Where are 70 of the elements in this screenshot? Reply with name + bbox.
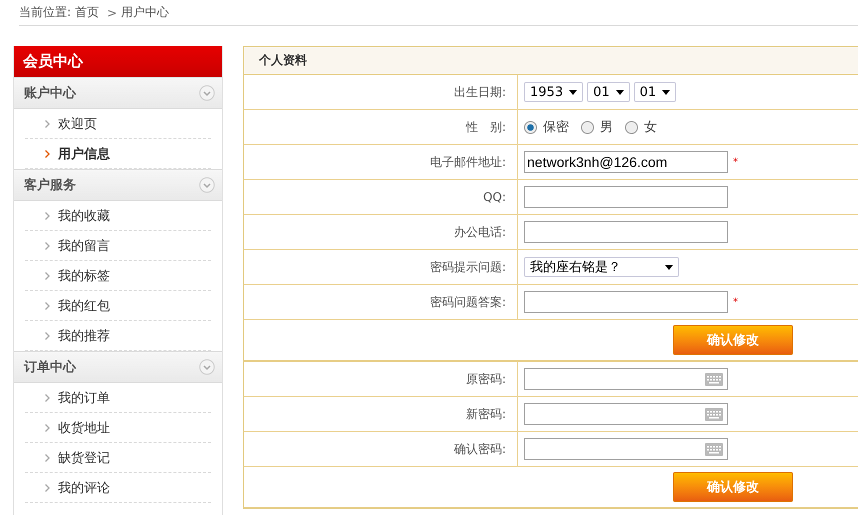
field-label: 电子邮件地址: xyxy=(430,154,506,170)
chevron-icon xyxy=(45,332,50,340)
section-header[interactable]: 账户中心 xyxy=(14,77,222,109)
chevron-icon xyxy=(45,242,50,250)
breadcrumb-separator: > xyxy=(107,6,118,20)
radio-button[interactable] xyxy=(625,120,638,134)
sidebar-title: 会员中心 xyxy=(14,46,222,77)
field-label: 密码问题答案: xyxy=(430,294,506,310)
password-field[interactable] xyxy=(524,438,728,460)
section-header[interactable]: 客户服务 xyxy=(14,169,222,201)
text-field[interactable]: network3nh@126.com xyxy=(524,151,728,173)
sidebar-item[interactable]: 缺货登记 xyxy=(58,448,110,466)
required-mark: * xyxy=(733,156,738,168)
caret-icon xyxy=(569,90,578,94)
sidebar-item[interactable]: 我的评论 xyxy=(58,478,110,496)
field-label: 出生日期: xyxy=(454,84,506,100)
field-label: QQ: xyxy=(483,190,506,204)
chevron-icon xyxy=(45,484,50,492)
field-label: 新密码: xyxy=(466,406,506,422)
radio-label: 女 xyxy=(644,119,657,136)
keyboard-icon xyxy=(705,408,723,420)
chevron-icon xyxy=(45,272,50,280)
sidebar-item[interactable]: 我的推荐 xyxy=(58,326,110,344)
section-title: 账户中心 xyxy=(24,84,76,102)
password-field[interactable] xyxy=(524,368,728,390)
section-header[interactable]: 订单中心 xyxy=(14,351,222,383)
sidebar-item[interactable]: 收货地址 xyxy=(58,418,110,436)
password-field[interactable] xyxy=(524,403,728,425)
field-label: 确认密码: xyxy=(454,440,506,458)
chevron-icon xyxy=(45,454,50,462)
sidebar-item[interactable]: 用户信息 xyxy=(58,144,110,162)
text-field[interactable] xyxy=(524,291,728,313)
chevron-icon xyxy=(45,394,50,402)
chevron-icon xyxy=(45,212,50,220)
caret-icon xyxy=(662,90,670,94)
sidebar-item[interactable]: 我的收藏 xyxy=(58,206,110,224)
radio-label: 保密 xyxy=(543,119,569,136)
chevron-icon xyxy=(45,120,50,128)
section-title: 客户服务 xyxy=(24,176,76,194)
field-label: 性 别: xyxy=(466,118,506,136)
sidebar-item[interactable]: 我的标签 xyxy=(58,266,110,284)
breadcrumb-label: 当前位置: xyxy=(19,4,72,21)
sidebar-item[interactable]: 欢迎页 xyxy=(58,114,97,132)
text-field[interactable] xyxy=(524,221,728,243)
text-field[interactable] xyxy=(524,186,728,208)
chevron-icon xyxy=(45,424,50,432)
field-label: 办公电话: xyxy=(454,224,506,240)
chevron-icon xyxy=(45,302,50,310)
dropdown[interactable]: 我的座右铭是？ xyxy=(524,257,679,277)
breadcrumb-link[interactable]: 首页 xyxy=(75,4,100,21)
field-label: 密码提示问题: xyxy=(430,258,506,276)
dropdown[interactable]: 1953 xyxy=(524,82,584,102)
radio-button[interactable] xyxy=(524,120,537,134)
required-mark: * xyxy=(733,296,738,308)
sidebar-item[interactable]: 我的留言 xyxy=(58,236,110,254)
dropdown[interactable]: 01 xyxy=(634,82,676,102)
caret-icon xyxy=(616,90,624,94)
field-label: 原密码: xyxy=(466,370,506,388)
keyboard-icon xyxy=(705,372,723,386)
sidebar-item[interactable]: 我的红包 xyxy=(58,296,110,314)
radio-label: 男 xyxy=(600,119,613,136)
breadcrumb-link[interactable]: 用户中心 xyxy=(121,4,170,21)
chevron-icon xyxy=(45,150,50,158)
panel-title: 个人资料 xyxy=(244,47,858,75)
dropdown[interactable]: 01 xyxy=(587,82,630,102)
radio-button[interactable] xyxy=(581,120,594,134)
caret-icon xyxy=(665,264,673,270)
keyboard-icon xyxy=(705,442,723,456)
section-title: 订单中心 xyxy=(24,358,76,376)
sidebar-item[interactable]: 我的订单 xyxy=(58,388,110,406)
